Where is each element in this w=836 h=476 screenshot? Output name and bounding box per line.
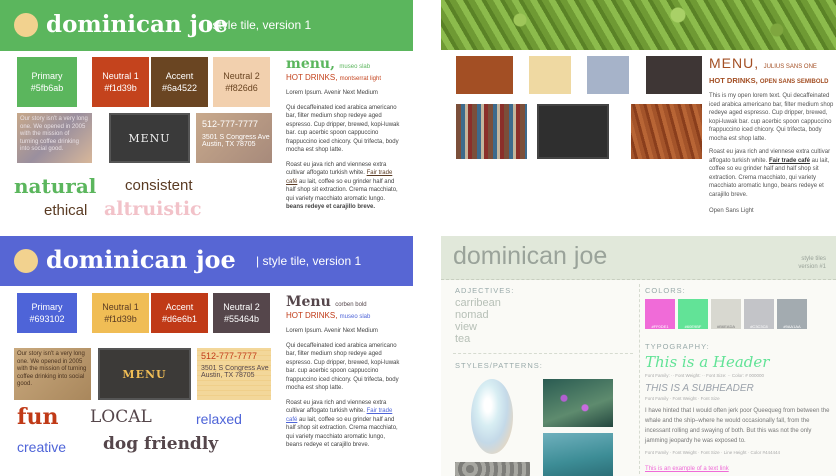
tile-blue: dominican joe | style tile, version 1 Pr… [0, 236, 413, 476]
sample-header-meta: Font Family: ·· Font Weight: ·· Font Siz… [645, 373, 764, 378]
address-card: 512-777-7777 3501 S Congress Ave Austin,… [197, 348, 271, 400]
logo-dot [14, 249, 38, 273]
menu-board-image: MENU [98, 348, 191, 400]
swatch-neutral-1: Neutral 1 #f1d39b [92, 293, 149, 333]
brand-title: dominican joe [453, 242, 608, 270]
hot-drinks-subheading: HOT DRINKS, [286, 73, 338, 82]
body-paragraph-1: This is my open lorem text. Qui decaffei… [709, 93, 834, 142]
tile-header: dominican joe | style tile, version 1 [0, 0, 413, 51]
word-fun: fun [17, 404, 59, 430]
swatch-charcoal [646, 56, 702, 94]
address-card: 512-777-7777 3501 S Congress Ave Austin,… [196, 113, 272, 163]
chalkboard-photo [537, 104, 609, 159]
swatch-accent: Accent #d6e6b1 [151, 293, 208, 333]
sample-text-link[interactable]: This is an example of a text link [645, 466, 729, 472]
tile-header: dominican joe | style tile, version 1 [0, 236, 413, 286]
tile-ivy: MENU, JULIUS SANS ONE HOT DRINKS, OPEN S… [441, 0, 836, 236]
address-line-2: Austin, TX 78705 [202, 141, 256, 148]
water-pattern-image [543, 433, 613, 476]
word-relaxed: relaxed [196, 411, 242, 427]
typography-column: Menu corben bold HOT DRINKS, museo slab … [286, 293, 402, 450]
version-tag: version #1 [798, 264, 826, 270]
hot-drinks-subheading: HOT DRINKS, [709, 76, 758, 85]
address-phone: 512-777-7777 [201, 351, 258, 361]
styles-patterns-label: STYLES/PATTERNS: [455, 361, 543, 370]
sample-header: This is a Header [645, 353, 770, 371]
word-natural: natural [14, 174, 97, 198]
brand-subtitle: | style tile, version 1 [206, 18, 312, 32]
color-chip-silver: #C3C3C8 [744, 299, 774, 329]
sample-body: I have hinted that I would often jerk po… [645, 408, 830, 444]
brand-subtitle: | style tile, version 1 [256, 254, 362, 268]
menu-heading: MENU, [709, 55, 760, 71]
swatch-accent: Accent #6a4522 [151, 57, 208, 107]
word-local: LOCAL [90, 407, 152, 427]
menu-board-image: MENU [109, 113, 190, 163]
tile-green: dominican joe | style tile, version 1 Pr… [0, 0, 413, 236]
color-chip-light: #B6EADA [711, 299, 741, 329]
color-chip-pink: #FF0DE1 [645, 299, 675, 329]
wood-photo [631, 104, 702, 159]
body-paragraph-2: Roast eu java rich and viennese extra cu… [286, 399, 398, 449]
swatch-rust [456, 56, 513, 94]
adjective-item: carribean [455, 297, 501, 309]
swatch-sand [529, 56, 571, 94]
textile-photo [456, 104, 527, 159]
address-phone: 512-777-7777 [202, 119, 259, 129]
sample-subheader-meta: Font Family · Font Weight · Font Size [645, 396, 720, 401]
color-chip-gray: #9AA1AA [777, 299, 807, 329]
swatch-neutral-2: Neutral 2 #f826d6 [213, 57, 270, 107]
menu-heading: menu, [286, 56, 335, 72]
address-line-1: 3501 S Congress Ave [202, 134, 270, 141]
swatch-neutral-1: Neutral 1 #f1d39b [92, 57, 149, 107]
tile-header: dominican joe style tiles version #1 [441, 236, 836, 280]
swatch-slate [587, 56, 629, 94]
typography-column: menu, museo slab HOT DRINKS, montserrat … [286, 55, 402, 212]
body-label: Lorem Ipsum. Avenir Next Medium [286, 90, 378, 96]
logo-dot [14, 13, 38, 37]
story-photo: Our story isn't a very long one. We open… [14, 348, 91, 400]
adjectives-label: ADJECTIVES: [455, 286, 515, 295]
word-dog-friendly: dog friendly [103, 434, 219, 454]
menu-heading: Menu [286, 294, 331, 310]
swatch-primary: Primary #693102 [17, 293, 77, 333]
word-creative: creative [17, 439, 67, 455]
word-altruistic: altruistic [104, 198, 202, 220]
body-label: Lorem Ipsum. Avenir Next Medium [286, 328, 378, 334]
swatch-neutral-2: Neutral 2 #55464b [213, 293, 270, 333]
sample-subheader: THIS IS A SUBHEADER [645, 383, 754, 394]
brand-title: dominican joe [46, 245, 236, 274]
adjective-item: view [455, 321, 478, 333]
footer-font-label: Open Sans Light [709, 208, 754, 214]
fish-pattern-image [543, 379, 613, 427]
typography-label: TYPOGRAPHY: [645, 342, 710, 351]
adjectives-list: carribean nomad view tea [455, 297, 501, 345]
tile-gray: dominican joe style tiles version #1 ADJ… [441, 236, 836, 476]
body-paragraph-1: Qui decaffeinated iced arabica americano… [286, 342, 400, 392]
colors-label: COLORS: [645, 286, 686, 295]
body-paragraph-2: Roast eu java rich and viennese extra cu… [709, 149, 831, 198]
story-photo: Our story isn't a very long one. We open… [17, 113, 92, 163]
column-divider [639, 284, 640, 474]
color-chip-green: #60E9BF [678, 299, 708, 329]
opal-pattern-image [471, 379, 513, 454]
ivy-banner-image [441, 0, 836, 50]
sample-body-meta: Font Family · Font Weight · Font Size · … [645, 450, 780, 455]
adjective-item: tea [455, 333, 471, 345]
address-line-2: Austin, TX 78705 [201, 372, 255, 379]
brand-title: dominican joe [46, 11, 228, 38]
hot-drinks-subheading: HOT DRINKS, [286, 311, 338, 320]
body-paragraph-1: Qui decaffeinated iced arabica americano… [286, 104, 400, 154]
word-ethical: ethical [44, 202, 88, 219]
swatch-primary: Primary #5fb6ab [17, 57, 77, 107]
body-paragraph-2: Roast eu java rich and viennese extra cu… [286, 161, 398, 211]
adjective-item: nomad [455, 309, 489, 321]
stones-pattern-image [455, 462, 530, 476]
typography-column: MENU, JULIUS SANS ONE HOT DRINKS, OPEN S… [709, 55, 834, 214]
fair-trade-link[interactable]: Fair trade café [769, 158, 810, 164]
address-line-1: 3501 S Congress Ave [201, 365, 269, 372]
word-consistent: consistent [125, 177, 193, 194]
style-tiles-tag: style tiles [801, 256, 826, 262]
section-divider [453, 353, 633, 354]
